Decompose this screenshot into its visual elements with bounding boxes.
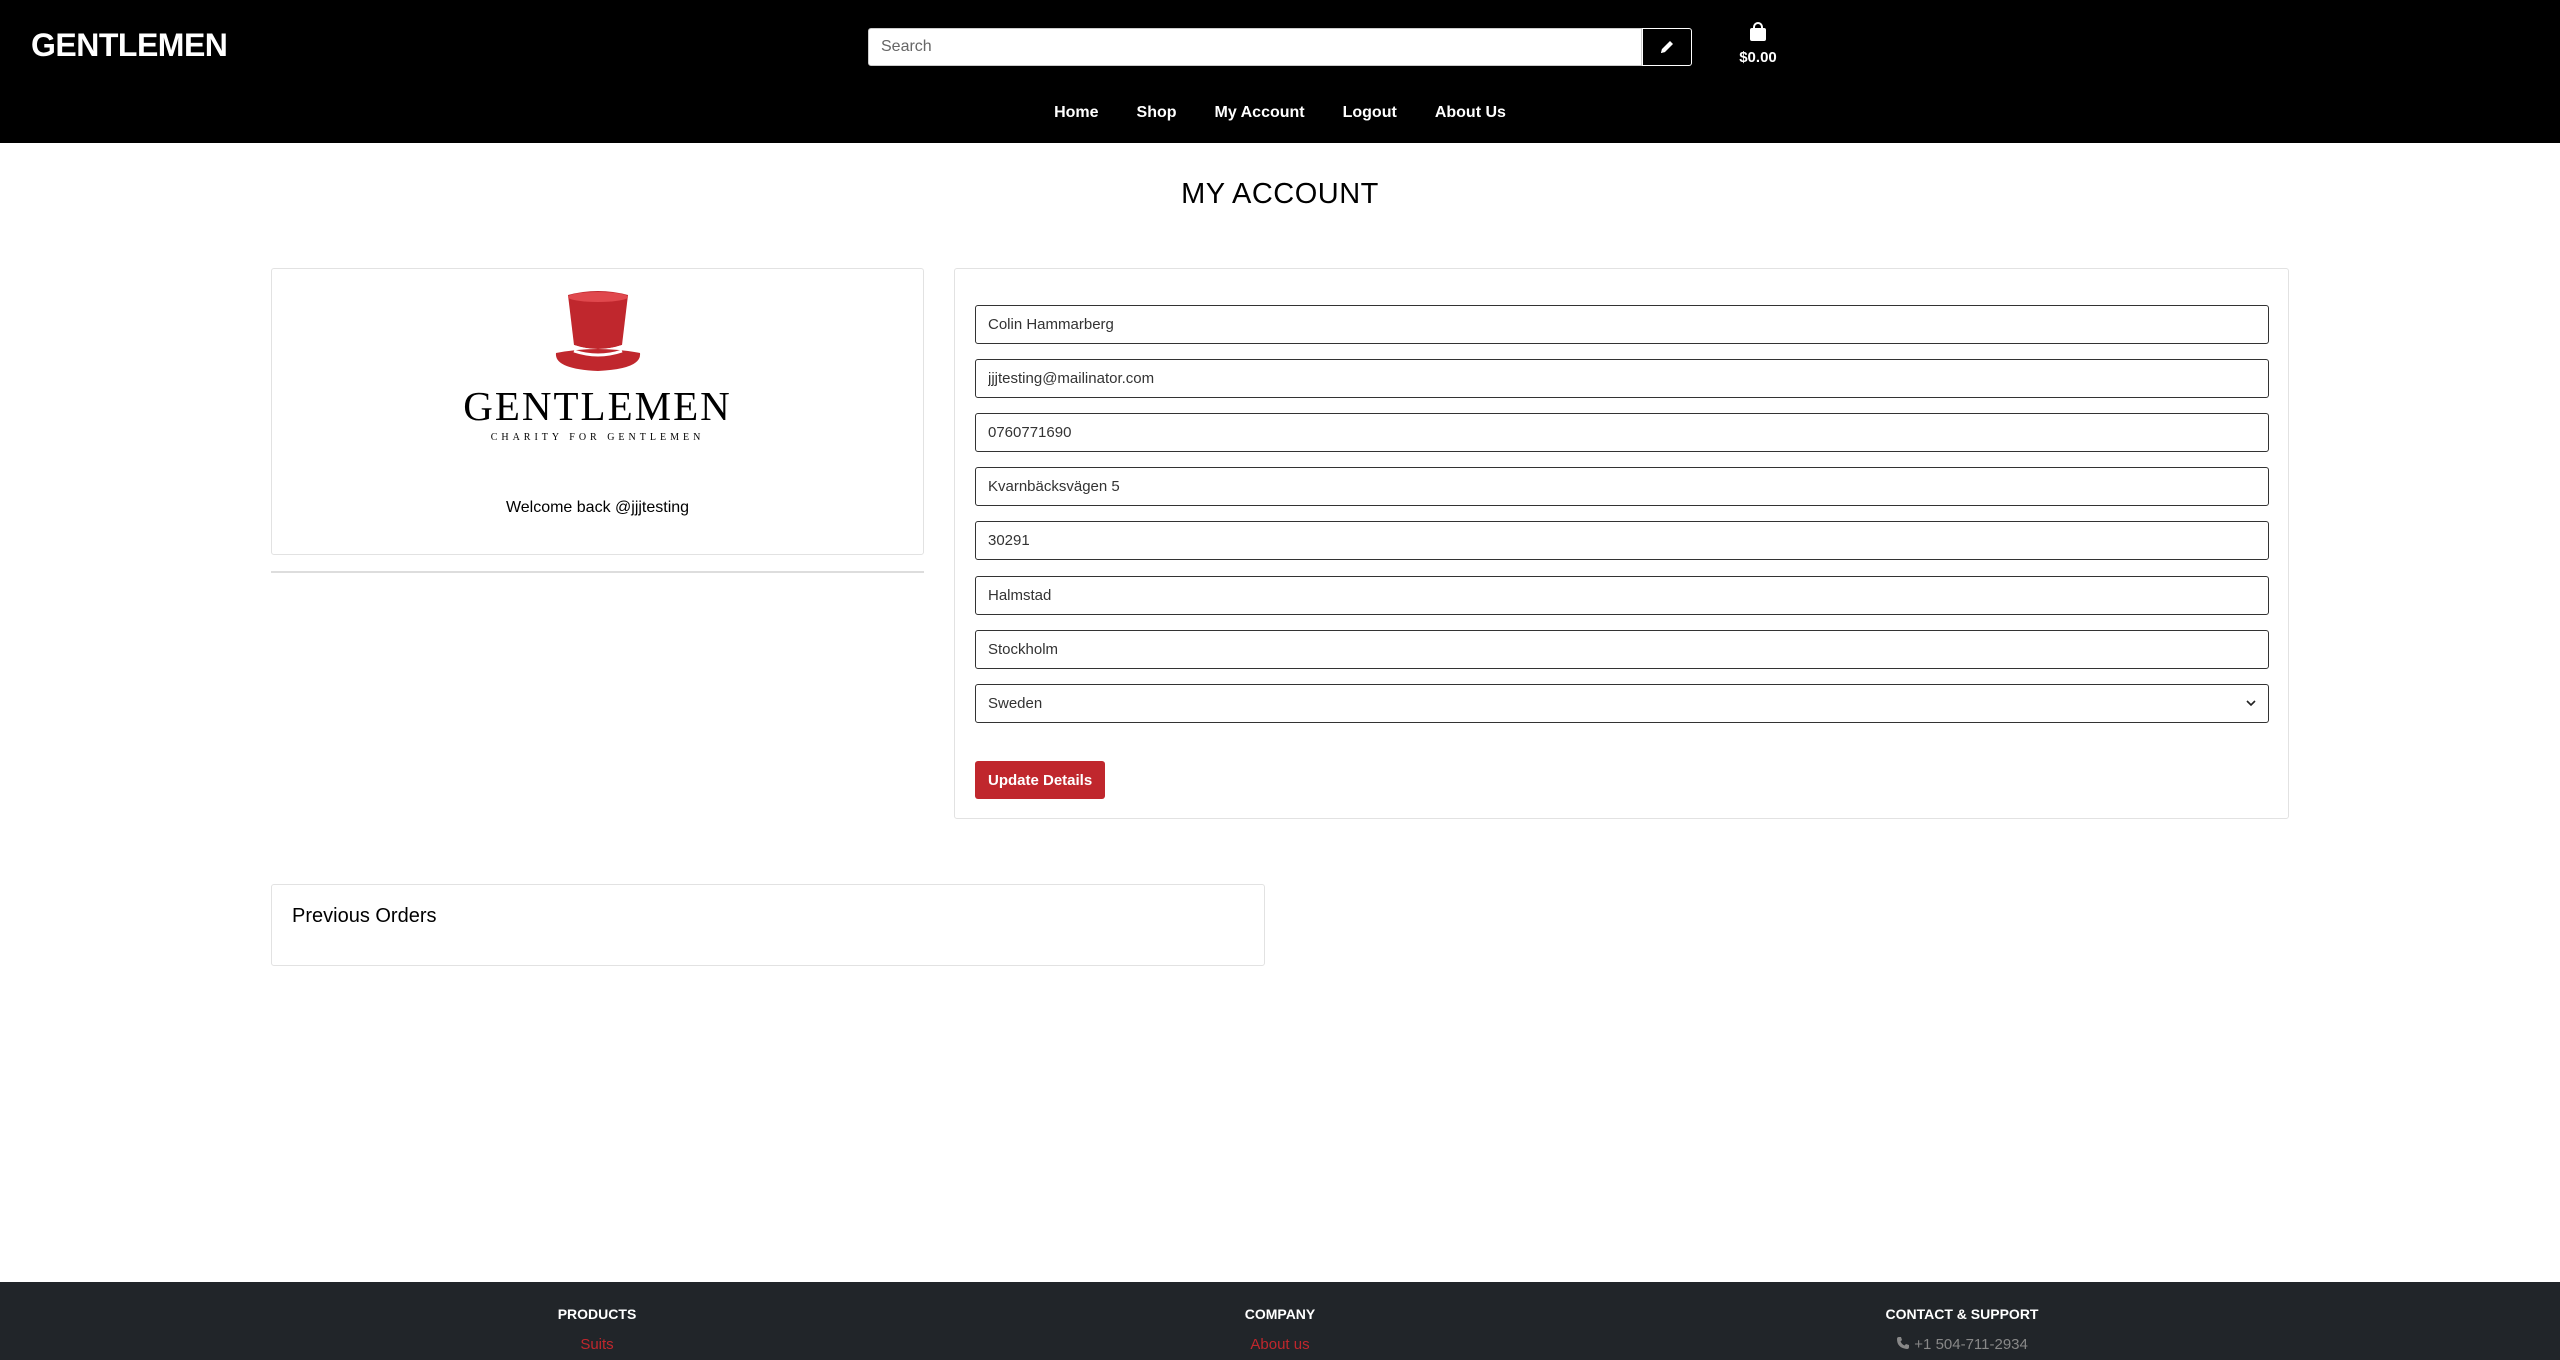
search-input[interactable]: [868, 28, 1642, 66]
welcome-message: Welcome back @jjjtesting: [505, 499, 690, 516]
nav-logout[interactable]: Logout: [1343, 104, 1397, 122]
footer-link-suits[interactable]: Suits: [397, 1336, 797, 1353]
chevron-down-icon: [2246, 700, 2256, 707]
logo-tagline: CHARITY FOR GENTLEMEN: [490, 432, 705, 443]
footer-link-about-us[interactable]: About us: [1080, 1336, 1480, 1353]
footer-phone[interactable]: +1 504-711-2934: [1762, 1336, 2162, 1353]
pencil-icon: [1661, 41, 1673, 53]
nav-home[interactable]: Home: [1054, 104, 1098, 122]
main-nav: Home Shop My Account Logout About Us: [0, 104, 2560, 122]
country-select[interactable]: Sweden: [975, 684, 2269, 723]
top-hat-icon: [555, 291, 640, 371]
cart-total: $0.00: [1739, 49, 1777, 66]
street-address-field[interactable]: [975, 467, 2269, 506]
email-field[interactable]: [975, 359, 2269, 398]
phone-field[interactable]: [975, 413, 2269, 452]
search-button[interactable]: [1642, 28, 1692, 66]
footer-products: PRODUCTS Suits: [397, 1306, 797, 1353]
city-field[interactable]: [975, 576, 2269, 615]
county-field[interactable]: [975, 630, 2269, 669]
account-details-form: Sweden Update Details: [954, 268, 2289, 819]
footer-contact-heading: CONTACT & SUPPORT: [1885, 1306, 2039, 1322]
previous-orders-title: Previous Orders: [292, 905, 437, 927]
nav-shop[interactable]: Shop: [1137, 104, 1177, 122]
phone-icon: [1897, 1337, 1910, 1349]
nav-about-us[interactable]: About Us: [1435, 104, 1506, 122]
cart-button[interactable]: $0.00: [1732, 22, 1784, 66]
profile-card: GENTLEMEN CHARITY FOR GENTLEMEN Welcome …: [271, 268, 924, 555]
footer-products-heading: PRODUCTS: [557, 1306, 637, 1322]
site-header: GENTLEMEN $0.00 Home Shop My Account Log…: [0, 0, 2560, 143]
footer-phone-number: +1 504-711-2934: [1914, 1336, 2028, 1353]
full-name-field[interactable]: [975, 305, 2269, 344]
update-details-button[interactable]: Update Details: [975, 761, 1106, 799]
page-title: MY ACCOUNT: [1181, 178, 1379, 210]
previous-orders-card: Previous Orders: [271, 884, 1265, 966]
brand-logo[interactable]: GENTLEMEN: [31, 27, 228, 64]
postcode-field[interactable]: [975, 521, 2269, 560]
shopping-bag-icon: [1750, 22, 1766, 41]
footer-contact: CONTACT & SUPPORT +1 504-711-2934: [1762, 1306, 2162, 1353]
nav-my-account[interactable]: My Account: [1215, 104, 1305, 122]
search-bar: [868, 28, 1692, 66]
gentlemen-logo: GENTLEMEN CHARITY FOR GENTLEMEN: [272, 289, 923, 443]
profile-divider: [271, 571, 924, 573]
logo-wordmark: GENTLEMEN: [463, 383, 732, 429]
site-footer: PRODUCTS Suits COMPANY About us CONTACT …: [0, 1282, 2560, 1360]
footer-company: COMPANY About us: [1080, 1306, 1480, 1353]
footer-company-heading: COMPANY: [1244, 1306, 1316, 1322]
country-select-value: Sweden: [988, 695, 1043, 712]
